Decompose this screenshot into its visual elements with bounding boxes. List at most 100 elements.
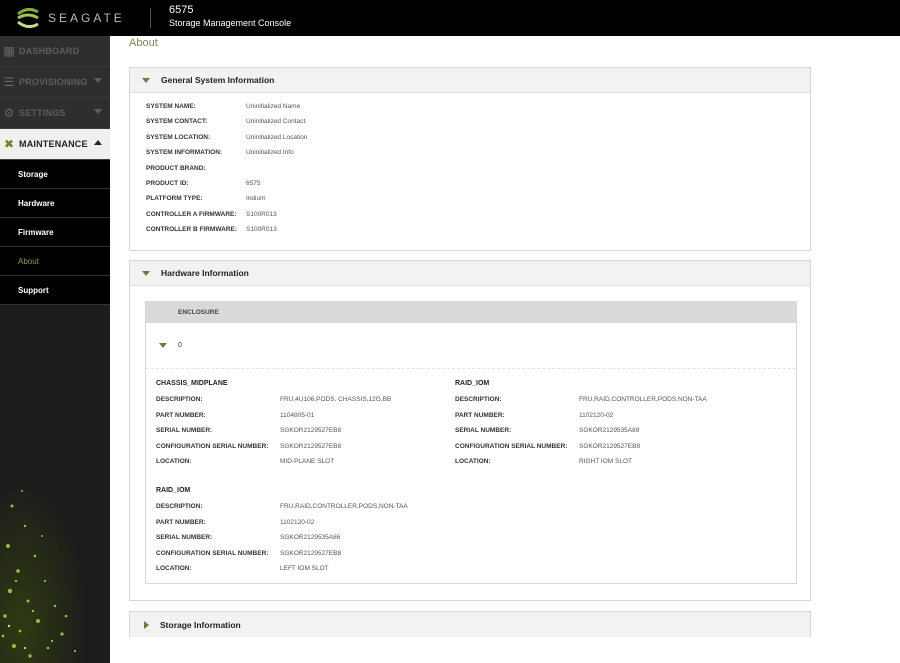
kv-value: LEFT IOM SLOT (280, 565, 329, 572)
kv-key: CONTROLLER B FIRMWARE: (146, 226, 237, 233)
kv-key: LOCATION: (156, 458, 192, 465)
kv-value: FRU,4U106,PODS, CHASSIS,12G,BB (280, 396, 392, 403)
kv-key: SERIAL NUMBER: (455, 427, 512, 434)
nav-settings-label: SETTINGS (19, 108, 66, 118)
kv-key: DESCRIPTION: (156, 503, 203, 510)
kv-key: SERIAL NUMBER: (156, 534, 213, 541)
kv-key: DESCRIPTION: (156, 396, 203, 403)
kv-value: S100R013 (246, 226, 277, 233)
kv-key: SYSTEM NAME: (146, 103, 196, 110)
hardware-info-panel: Hardware Information ENCLOSURE 0 CHASSIS… (129, 260, 811, 601)
kv-value: 1104805-01 (280, 412, 315, 419)
kv-value: SGKOR2129535A89 (579, 427, 640, 434)
nav-dashboard[interactable]: ▦ DASHBOARD (0, 36, 110, 67)
sidebar-item-label: Firmware (18, 227, 54, 237)
enclosure-table: ENCLOSURE 0 CHASSIS_MIDPLANE DESCRIPTION… (145, 301, 797, 584)
sidebar-item-storage[interactable]: Storage (0, 160, 110, 189)
storage-info-header[interactable]: Storage Information (130, 612, 810, 637)
sidebar-item-support[interactable]: Support (0, 276, 110, 305)
kv-key: LOCATION: (156, 565, 192, 572)
kv-value: SGKOR2129527EB8 (280, 550, 342, 557)
kv-value: Uninitialized Info (246, 149, 294, 156)
component-title: CHASSIS_MIDPLANE (156, 380, 228, 387)
nav-settings[interactable]: ⚙ SETTINGS (0, 98, 110, 129)
sidebar-item-label: About (18, 256, 39, 266)
sidebar-item-label: Storage (18, 169, 48, 179)
collapse-icon (159, 343, 167, 348)
kv-key: PLATFORM TYPE: (146, 195, 203, 202)
sidebar: ▦ DASHBOARD ☰ PROVISIONING ⚙ SETTINGS ✖ … (0, 36, 110, 663)
general-info-title: General System Information (161, 75, 275, 85)
top-bar: SEAGATE 6575 Storage Management Console (0, 0, 900, 36)
kv-key: PART NUMBER: (156, 519, 206, 526)
kv-key: CONFIGURATION SERIAL NUMBER: (156, 443, 269, 450)
hardware-info-title: Hardware Information (161, 268, 249, 278)
seagate-logo-icon (17, 7, 39, 29)
kv-value: SGKOR2129527EB8 (579, 443, 641, 450)
provisioning-icon: ☰ (3, 75, 15, 89)
kv-value: Indium (246, 195, 266, 202)
enclosure-column-header: ENCLOSURE (178, 309, 219, 316)
kv-value: 1102120-02 (280, 519, 315, 526)
header-divider (150, 8, 151, 28)
kv-key: SYSTEM INFORMATION: (146, 149, 223, 156)
kv-value: RIGHT IOM SLOT (579, 458, 632, 465)
kv-value: FRU,RAID,CONTROLLER,PODS,NON-TAA (579, 396, 707, 403)
sidebar-item-firmware[interactable]: Firmware (0, 218, 110, 247)
chevron-down-icon (94, 109, 102, 114)
system-name: 6575 (169, 4, 194, 16)
kv-value: Uninitialized Location (246, 134, 308, 141)
seagate-logo: SEAGATE (14, 5, 134, 31)
nav-provisioning-label: PROVISIONING (19, 77, 88, 87)
kv-key: LOCATION: (455, 458, 491, 465)
sidebar-item-label: Hardware (18, 198, 55, 208)
collapse-icon (142, 77, 150, 83)
nav-provisioning[interactable]: ☰ PROVISIONING (0, 67, 110, 98)
kv-key: CONFIGURATION SERIAL NUMBER: (455, 443, 568, 450)
general-info-panel: General System Information SYSTEM NAME: … (129, 67, 811, 251)
sidebar-item-label: Support (18, 285, 49, 295)
storage-info-panel: Storage Information (129, 611, 811, 637)
kv-value: SGKOR2129535A86 (280, 534, 341, 541)
kv-value: Uninitialized Name (246, 103, 301, 110)
kv-value: MID-PLANE SLOT (280, 458, 335, 465)
kv-value: 6575 (246, 180, 261, 187)
kv-value: SGKOR2129527EB8 (280, 427, 342, 434)
brand-name: SEAGATE (48, 11, 125, 25)
component-title: RAID_IOM (156, 487, 191, 494)
kv-key: PART NUMBER: (455, 412, 505, 419)
kv-key: SERIAL NUMBER: (156, 427, 213, 434)
enclosure-table-header: ENCLOSURE (146, 302, 796, 323)
enclosure-row[interactable]: 0 (146, 323, 796, 369)
chevron-up-icon (94, 140, 102, 145)
sidebar-item-hardware[interactable]: Hardware (0, 189, 110, 218)
kv-key: DESCRIPTION: (455, 396, 502, 403)
kv-key: SYSTEM LOCATION: (146, 134, 211, 141)
kv-value: S100R013 (246, 211, 277, 218)
gear-icon: ⚙ (3, 106, 15, 120)
console-name: Storage Management Console (169, 18, 292, 28)
hardware-info-header[interactable]: Hardware Information (130, 261, 810, 286)
enclosure-id: 0 (178, 342, 182, 349)
expand-icon (144, 620, 149, 629)
nav-maintenance-label: MAINTENANCE (19, 139, 88, 149)
kv-key: CONFIGURATION SERIAL NUMBER: (156, 550, 269, 557)
wrench-icon: ✖ (3, 137, 15, 151)
kv-value: Uninitialized Contact (246, 118, 306, 125)
kv-key: SYSTEM CONTACT: (146, 118, 208, 125)
kv-value: FRU,RAID,CONTROLLER,PODS,NON-TAA (280, 503, 408, 510)
kv-key: PRODUCT ID: (146, 180, 189, 187)
general-info-header[interactable]: General System Information (130, 68, 810, 93)
page-title: About (129, 37, 158, 49)
nav-maintenance[interactable]: ✖ MAINTENANCE (0, 129, 110, 160)
sidebar-item-about[interactable]: About (0, 247, 110, 276)
kv-key: PART NUMBER: (156, 412, 206, 419)
nav-dashboard-label: DASHBOARD (19, 46, 80, 56)
kv-value: 1102120-02 (579, 412, 614, 419)
kv-key: CONTROLLER A FIRMWARE: (146, 211, 237, 218)
storage-info-title: Storage Information (160, 619, 241, 630)
kv-key: PRODUCT BRAND: (146, 165, 206, 172)
component-title: RAID_IOM (455, 380, 490, 387)
kv-value: SGKOR2129527EB8 (280, 443, 342, 450)
dashboard-icon: ▦ (3, 44, 15, 58)
